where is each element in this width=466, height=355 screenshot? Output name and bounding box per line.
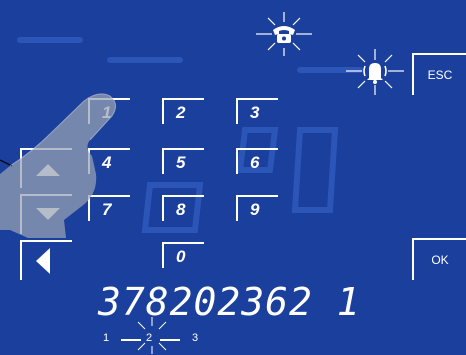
- key-label: 3: [250, 103, 260, 122]
- alarm-bell-icon[interactable]: [344, 47, 406, 97]
- key-5[interactable]: 5: [162, 148, 204, 174]
- key-3[interactable]: 3: [236, 98, 278, 124]
- key-8[interactable]: 8: [162, 195, 204, 221]
- page-3[interactable]: 3: [192, 332, 198, 344]
- current-page-glow-icon: [137, 317, 167, 354]
- pointing-hand-icon: [0, 93, 116, 238]
- ok-button[interactable]: OK: [412, 238, 466, 280]
- key-label: 9: [250, 200, 260, 219]
- key-6[interactable]: 6: [236, 148, 278, 174]
- key-0[interactable]: 0: [162, 242, 204, 268]
- key-9[interactable]: 9: [236, 195, 278, 221]
- esc-button[interactable]: ESC: [412, 53, 466, 95]
- page-1[interactable]: 1: [103, 332, 109, 344]
- key-label: 6: [250, 153, 260, 172]
- key-label: 2: [176, 103, 186, 122]
- key-label: 5: [176, 153, 186, 172]
- esc-button-label: ESC: [427, 68, 453, 82]
- key-2[interactable]: 2: [162, 98, 204, 124]
- keypad-screen: ESC OK 1 2 3 4 5 6 7 8 9 0 378202362 1 1…: [0, 0, 466, 355]
- key-label: 0: [176, 247, 186, 266]
- key-label: 8: [176, 200, 186, 219]
- ok-button-label: OK: [431, 253, 449, 267]
- phone-icon[interactable]: [254, 10, 314, 58]
